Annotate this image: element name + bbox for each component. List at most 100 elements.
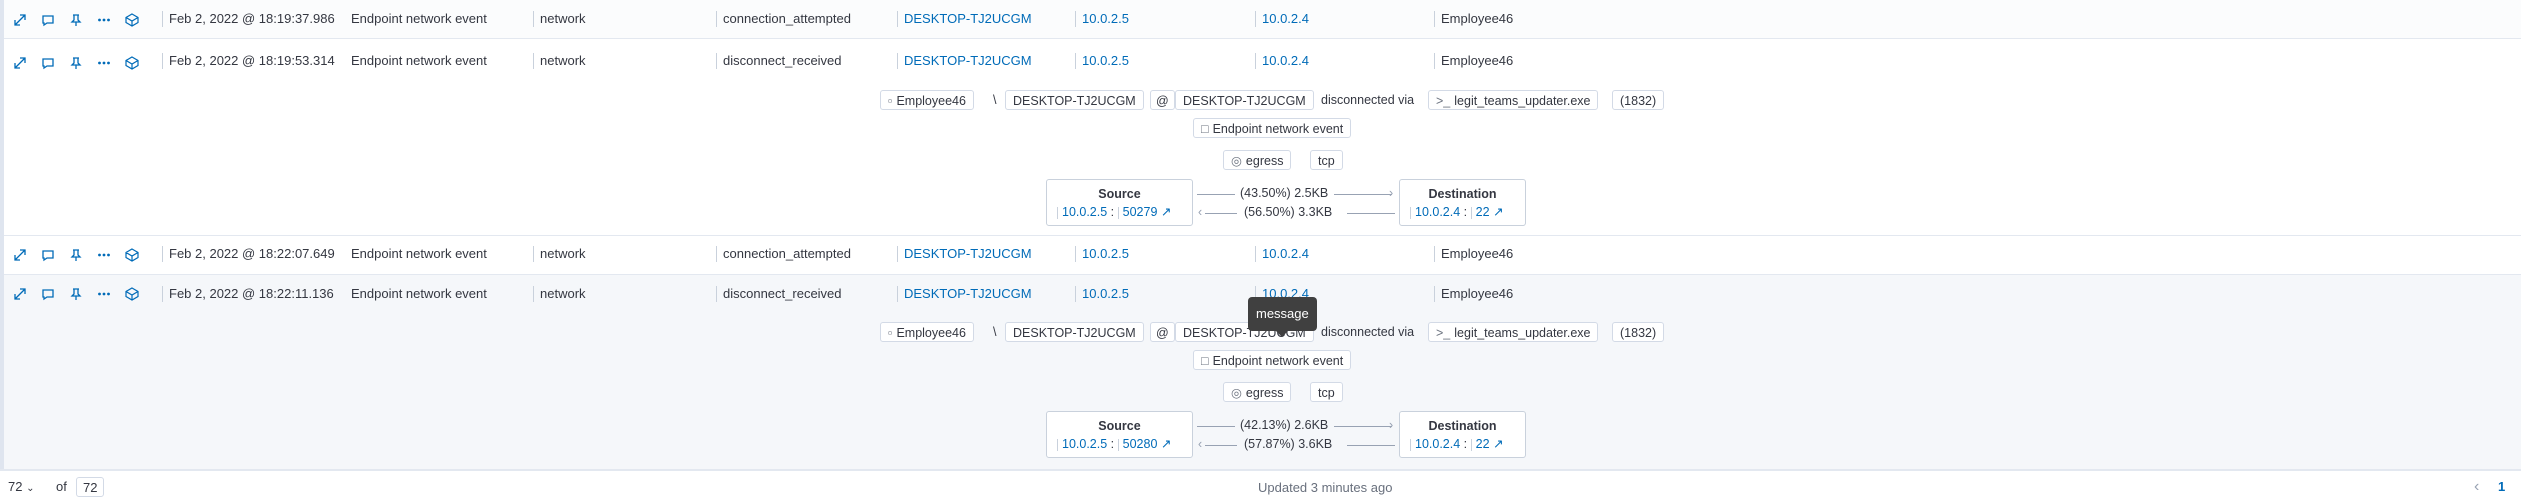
expand-icon[interactable]: [12, 247, 28, 263]
user-badge[interactable]: ▫ Employee46: [880, 322, 974, 342]
external-link-icon[interactable]: ↗: [1493, 437, 1503, 451]
rows-per-page-select[interactable]: 72 ⌄: [2, 477, 40, 497]
user-name-cell[interactable]: Employee46: [1434, 286, 1513, 302]
backslash-separator: \: [993, 93, 997, 107]
pin-icon[interactable]: [68, 247, 84, 263]
flow-line: [1347, 445, 1395, 446]
timestamp-cell[interactable]: Feb 2, 2022 @ 18:19:53.314: [162, 53, 335, 69]
pid-badge[interactable]: (1832): [1612, 322, 1665, 342]
backslash-separator: \: [993, 325, 997, 339]
more-icon[interactable]: [96, 12, 112, 28]
user-icon: ▫: [888, 94, 893, 108]
external-link-icon[interactable]: ↗: [1161, 205, 1171, 219]
host-name-cell[interactable]: DESKTOP-TJ2UCGM: [897, 246, 1032, 262]
pin-icon[interactable]: [68, 12, 84, 28]
destination-ip-cell[interactable]: 10.0.2.4: [1255, 11, 1309, 27]
analyze-icon[interactable]: [124, 55, 140, 71]
user-badge[interactable]: ▫ Employee46: [880, 90, 974, 110]
event-message-badge[interactable]: □ Endpoint network event: [1193, 118, 1352, 138]
user-name-cell[interactable]: Employee46: [1434, 11, 1513, 27]
disconnected-via-label: disconnected via: [1321, 93, 1415, 107]
of-label: of: [56, 479, 67, 494]
process-badge[interactable]: >_ legit_teams_updater.exe: [1428, 322, 1599, 342]
timestamp-cell[interactable]: Feb 2, 2022 @ 18:22:07.649: [162, 246, 335, 262]
chevron-down-icon: ⌄: [26, 483, 35, 494]
comment-icon[interactable]: [40, 286, 56, 302]
action-cell[interactable]: connection_attempted: [716, 11, 851, 27]
timestamp-cell[interactable]: Feb 2, 2022 @ 18:19:37.986: [162, 11, 335, 27]
source-ip-cell[interactable]: 10.0.2.5: [1075, 286, 1129, 302]
event-message-badge[interactable]: □ Endpoint network event: [1193, 350, 1352, 370]
host-name-cell[interactable]: DESKTOP-TJ2UCGM: [897, 286, 1032, 302]
host-name-cell[interactable]: DESKTOP-TJ2UCGM: [897, 11, 1032, 27]
message-cell[interactable]: Endpoint network event: [351, 246, 487, 262]
table-footer: 72 ⌄ of 72 Updated 3 minutes ago ‹ 1: [0, 470, 2521, 504]
page-number-button[interactable]: 1: [2498, 477, 2505, 497]
message-cell[interactable]: Endpoint network event: [351, 286, 487, 302]
transport-badge[interactable]: tcp: [1310, 382, 1343, 402]
host-badge[interactable]: DESKTOP-TJ2UCGM: [1005, 90, 1144, 110]
destination-ip-link[interactable]: 10.0.2.4: [1415, 205, 1460, 219]
host-badge[interactable]: DESKTOP-TJ2UCGM: [1005, 322, 1144, 342]
destination-port-link[interactable]: 22: [1476, 205, 1490, 219]
comment-icon[interactable]: [40, 55, 56, 71]
more-icon[interactable]: [96, 286, 112, 302]
transport-badge[interactable]: tcp: [1310, 150, 1343, 170]
message-icon: □: [1201, 354, 1209, 368]
more-icon[interactable]: [96, 247, 112, 263]
source-ip-link[interactable]: 10.0.2.5: [1062, 437, 1107, 451]
source-ip-cell[interactable]: 10.0.2.5: [1075, 53, 1129, 69]
arrow-right-icon: ›: [1389, 186, 1394, 200]
analyze-icon[interactable]: [124, 247, 140, 263]
destination-title: Destination: [1428, 419, 1497, 433]
destination-port-link[interactable]: 22: [1476, 437, 1490, 451]
user-name-cell[interactable]: Employee46: [1434, 246, 1513, 262]
category-cell[interactable]: network: [533, 286, 586, 302]
category-cell[interactable]: network: [533, 246, 586, 262]
source-ip-cell[interactable]: 10.0.2.5: [1075, 246, 1129, 262]
row-divider: [0, 235, 2521, 236]
expand-icon[interactable]: [12, 286, 28, 302]
pin-icon[interactable]: [68, 286, 84, 302]
source-port-link[interactable]: 50279: [1123, 205, 1158, 219]
source-ip-cell[interactable]: 10.0.2.5: [1075, 11, 1129, 27]
user-name-cell[interactable]: Employee46: [1434, 53, 1513, 69]
expand-icon[interactable]: [12, 12, 28, 28]
flow-line: [1334, 194, 1392, 195]
category-cell[interactable]: network: [533, 53, 586, 69]
arrow-left-icon: ‹: [1198, 205, 1203, 219]
process-badge[interactable]: >_ legit_teams_updater.exe: [1428, 90, 1599, 110]
action-cell[interactable]: connection_attempted: [716, 246, 851, 262]
direction-badge[interactable]: ◎ egress: [1223, 150, 1292, 170]
destination-ip-cell[interactable]: 10.0.2.4: [1255, 53, 1309, 69]
host-name-cell[interactable]: DESKTOP-TJ2UCGM: [897, 53, 1032, 69]
pin-icon[interactable]: [68, 55, 84, 71]
analyze-icon[interactable]: [124, 286, 140, 302]
external-link-icon[interactable]: ↗: [1493, 205, 1503, 219]
more-icon[interactable]: [96, 55, 112, 71]
message-cell[interactable]: Endpoint network event: [351, 53, 487, 69]
action-cell[interactable]: disconnect_received: [716, 53, 842, 69]
pid-badge[interactable]: (1832): [1612, 90, 1665, 110]
host-badge[interactable]: DESKTOP-TJ2UCGM: [1175, 90, 1314, 110]
chevron-left-icon[interactable]: ‹: [2474, 477, 2479, 497]
destination-box: Destination 10.0.2.4 : 22 ↗: [1399, 411, 1526, 458]
direction-icon: ◎: [1231, 154, 1242, 168]
comment-icon[interactable]: [40, 247, 56, 263]
timestamp-cell[interactable]: Feb 2, 2022 @ 18:22:11.136: [162, 286, 334, 302]
category-cell[interactable]: network: [533, 11, 586, 27]
message-cell[interactable]: Endpoint network event: [351, 11, 487, 27]
source-ip-link[interactable]: 10.0.2.5: [1062, 205, 1107, 219]
direction-badge[interactable]: ◎ egress: [1223, 382, 1292, 402]
expand-icon[interactable]: [12, 55, 28, 71]
external-link-icon[interactable]: ↗: [1161, 437, 1171, 451]
row-divider: [0, 274, 2521, 275]
source-port-link[interactable]: 50280: [1123, 437, 1158, 451]
comment-icon[interactable]: [40, 12, 56, 28]
updated-status: Updated 3 minutes ago: [1258, 480, 1393, 495]
destination-ip-cell[interactable]: 10.0.2.4: [1255, 246, 1309, 262]
analyze-icon[interactable]: [124, 12, 140, 28]
destination-ip-link[interactable]: 10.0.2.4: [1415, 437, 1460, 451]
action-cell[interactable]: disconnect_received: [716, 286, 842, 302]
flow-line: [1205, 213, 1237, 214]
